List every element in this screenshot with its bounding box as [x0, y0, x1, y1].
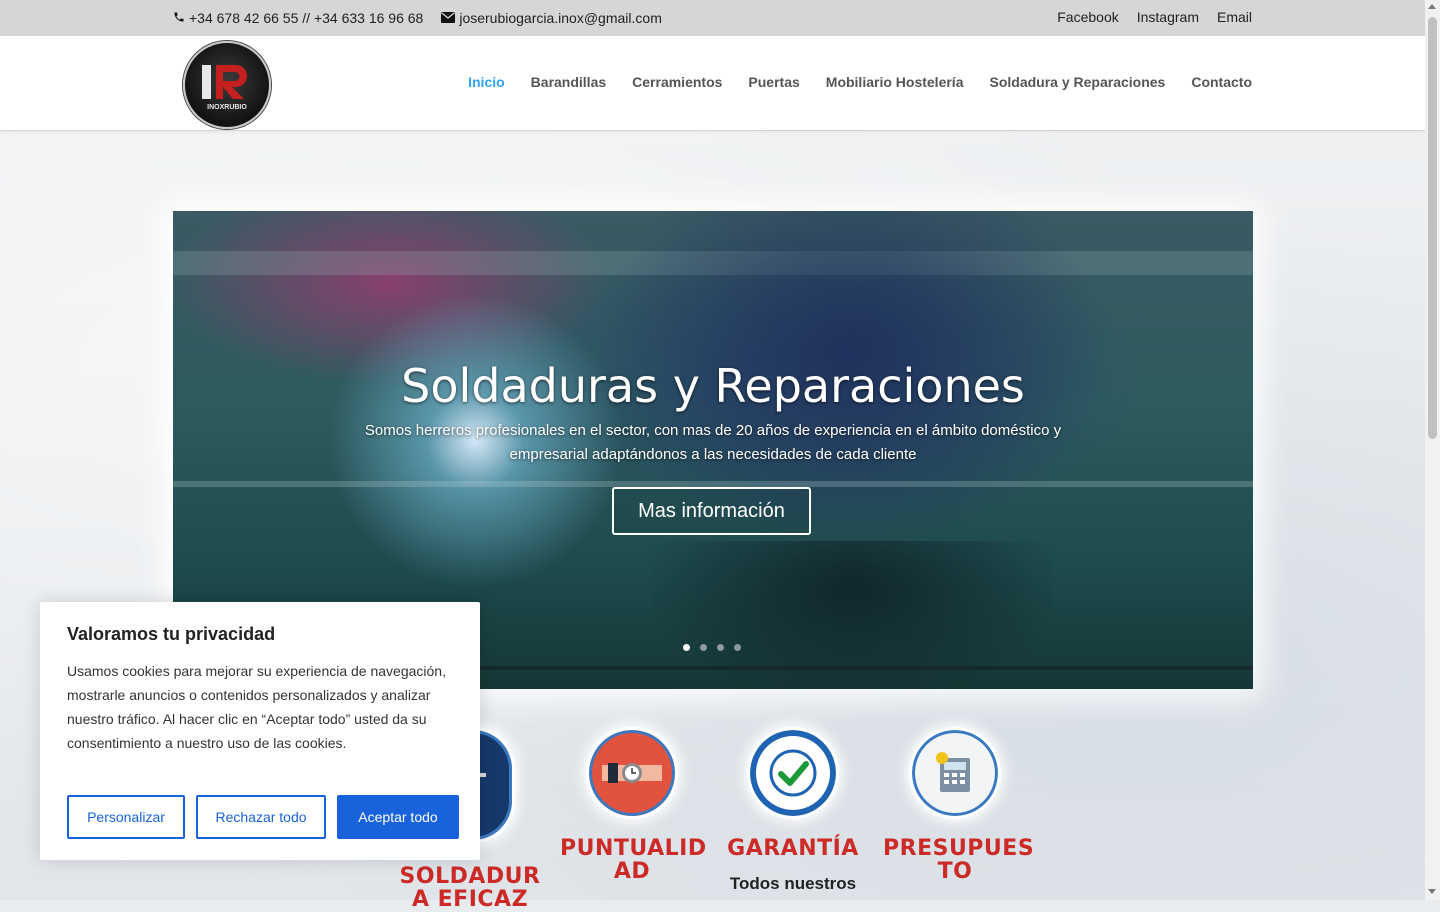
nav-item-mobiliario-hosteleria[interactable]: Mobiliario Hostelería [826, 74, 964, 90]
guarantee-check-icon [747, 727, 839, 819]
nav-item-inicio[interactable]: Inicio [468, 74, 505, 90]
feature-title: PRESUPUES TO [883, 836, 1035, 884]
feature-presupuesto: PRESUPUES TO [883, 727, 1035, 884]
social-links: Facebook Instagram Email [1057, 9, 1252, 25]
scroll-down-icon[interactable] [1428, 889, 1436, 894]
slider-pagination [683, 644, 741, 651]
top-bar: +34 678 42 66 55 // +34 633 16 96 68 jos… [0, 0, 1425, 36]
hero-subtitle: Somos herreros profesionales en el secto… [364, 422, 1062, 463]
main-nav: Inicio Barandillas Cerramientos Puertas … [468, 74, 1252, 90]
phone-icon [173, 10, 185, 26]
slider-dot-1[interactable] [683, 644, 690, 651]
reject-all-button[interactable]: Rechazar todo [196, 795, 326, 839]
nav-item-contacto[interactable]: Contacto [1191, 74, 1252, 90]
logo-mark: INOXRUBIO [202, 65, 247, 111]
accept-all-button[interactable]: Aceptar todo [337, 795, 459, 839]
nav-item-cerramientos[interactable]: Cerramientos [632, 74, 722, 90]
page-scrollbar[interactable] [1425, 0, 1440, 900]
phone-link[interactable]: +34 678 42 66 55 // +34 633 16 96 68 [173, 10, 423, 26]
instagram-link[interactable]: Instagram [1137, 9, 1199, 25]
logo-wordmark: INOXRUBIO [207, 104, 247, 111]
cookie-consent-banner: Valoramos tu privacidad Usamos cookies p… [40, 602, 480, 860]
cookie-title: Valoramos tu privacidad [67, 624, 276, 644]
main-header: INOXRUBIO Inicio Barandillas Cerramiento… [0, 36, 1425, 130]
feature-title: GARANTÍA [727, 836, 859, 861]
calculator-icon [909, 727, 1001, 819]
nav-item-soldadura-reparaciones[interactable]: Soldadura y Reparaciones [989, 74, 1165, 90]
feature-puntualidad: PUNTUALID AD [560, 727, 707, 884]
feature-description: Todos nuestros [729, 874, 857, 893]
feature-title: PUNTUALID AD [560, 836, 707, 884]
facebook-link[interactable]: Facebook [1057, 9, 1118, 25]
envelope-icon [441, 10, 456, 26]
scroll-up-icon[interactable] [1428, 4, 1436, 9]
slider-dot-4[interactable] [734, 644, 741, 651]
feature-title: SOLDADUR A EFICAZ [399, 864, 541, 912]
watch-icon [586, 727, 678, 819]
slider-dot-2[interactable] [700, 644, 707, 651]
contact-info: +34 678 42 66 55 // +34 633 16 96 68 jos… [173, 10, 662, 26]
customize-button[interactable]: Personalizar [67, 795, 185, 839]
cookie-text: Usamos cookies para mejorar su experienc… [67, 663, 446, 751]
hero-title: Soldaduras y Reparaciones [401, 359, 1025, 413]
nav-item-barandillas[interactable]: Barandillas [531, 74, 606, 90]
site-logo[interactable]: INOXRUBIO [183, 41, 271, 129]
nav-item-puertas[interactable]: Puertas [748, 74, 799, 90]
feature-garantia: GARANTÍA Todos nuestros [721, 727, 865, 894]
cookie-buttons: Personalizar Rechazar todo Aceptar todo [67, 795, 459, 839]
slider-dot-3[interactable] [717, 644, 724, 651]
more-info-button[interactable]: Mas información [612, 487, 811, 535]
email-link[interactable]: joserubiogarcia.inox@gmail.com [441, 10, 662, 26]
phone-text: +34 678 42 66 55 // +34 633 16 96 68 [189, 10, 424, 26]
email-social-link[interactable]: Email [1217, 9, 1252, 25]
scrollbar-thumb[interactable] [1428, 17, 1437, 439]
email-text: joserubiogarcia.inox@gmail.com [459, 10, 662, 26]
